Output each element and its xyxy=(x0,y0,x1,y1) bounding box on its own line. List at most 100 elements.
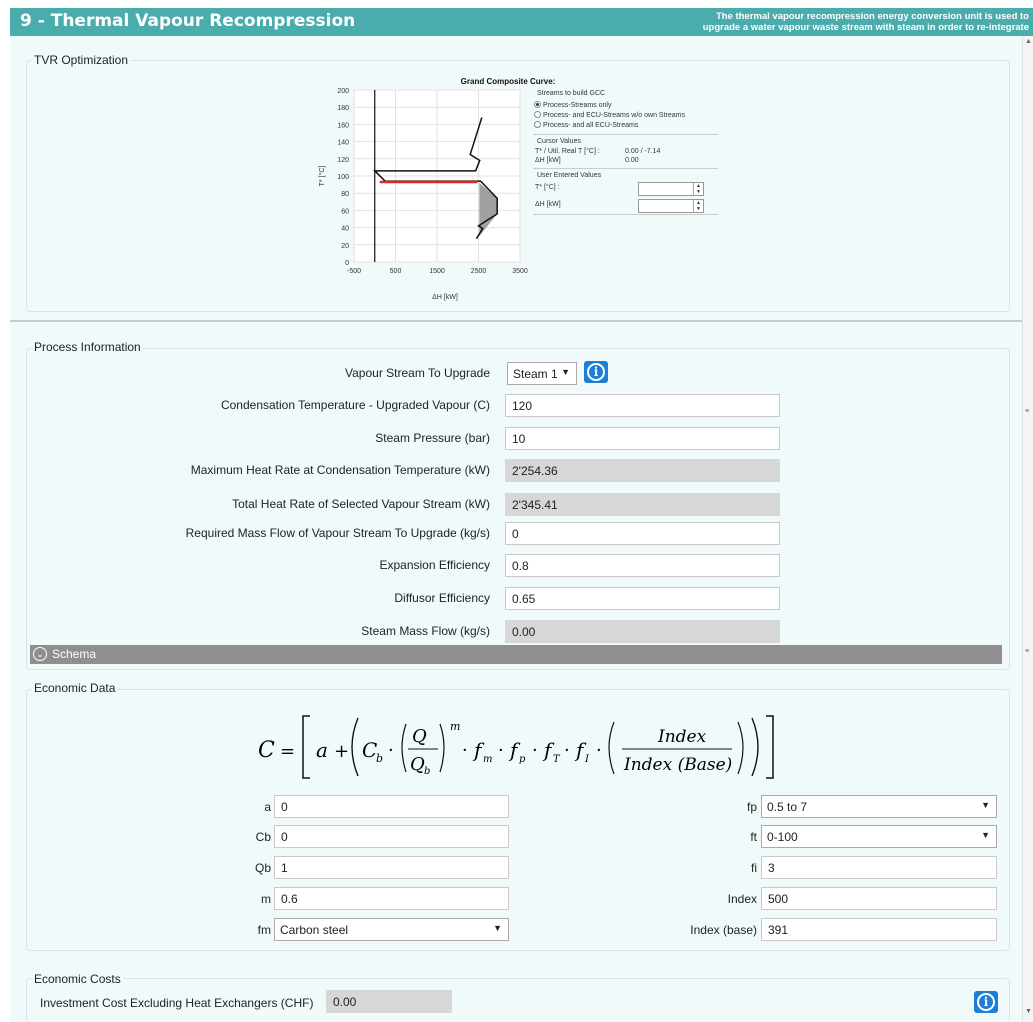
gcc-radio-option-2[interactable]: Process- and all ECU-Streams xyxy=(534,121,638,129)
vapour-stream-select[interactable]: Steam 1 ▼ xyxy=(507,362,577,385)
y-tick-label: 0 xyxy=(345,260,349,267)
y-axis-label: T* [°C] xyxy=(318,166,326,187)
costs-legend: Economic Costs xyxy=(32,972,123,986)
formula-dot: · xyxy=(388,740,394,761)
cursor-values-title: Cursor Values xyxy=(537,138,581,145)
process-legend: Process Information xyxy=(32,340,143,354)
process-input[interactable]: 10 xyxy=(505,427,780,450)
process-field-label: Steam Mass Flow (kg/s) xyxy=(361,624,490,638)
spin-up-down-icon[interactable]: ▲ ▼ xyxy=(693,200,703,212)
schema-label: Schema xyxy=(52,647,97,661)
scroll-down-icon[interactable]: ▼ xyxy=(1025,1008,1032,1015)
process-field-label: Vapour Stream To Upgrade xyxy=(345,366,490,380)
x-tick-label: 3500 xyxy=(512,268,528,275)
formula-plus: + xyxy=(334,741,349,762)
dropdown-arrow-icon: ▼ xyxy=(561,367,570,377)
radio-selected-icon xyxy=(534,101,541,108)
formula-m: m xyxy=(450,720,460,733)
costs-info-button[interactable]: i xyxy=(974,991,998,1013)
user-t-input[interactable]: ▲ ▼ xyxy=(638,182,704,196)
dropdown-arrow-icon: ▼ xyxy=(981,800,990,810)
x-tick-label: 2500 xyxy=(471,268,487,275)
formula-dot: · xyxy=(498,740,504,761)
formula-fm-sub: m xyxy=(483,754,492,765)
econ-left-value: 0 xyxy=(281,800,288,814)
econ-left-label: Cb xyxy=(255,830,271,844)
econ-right-label: Index xyxy=(727,892,757,906)
user-h-input[interactable]: ▲ ▼ xyxy=(638,199,704,213)
scroll-grip-icon[interactable]: ≡ xyxy=(1025,648,1029,655)
formula-dot: · xyxy=(532,740,538,761)
econ-right-input[interactable]: 500 xyxy=(761,887,997,910)
left-paren-icon xyxy=(351,717,359,777)
formula-Qb: Q xyxy=(410,754,425,775)
y-tick-label: 200 xyxy=(337,88,349,95)
x-tick-label: 1500 xyxy=(429,268,445,275)
x-tick-label: 500 xyxy=(390,268,402,275)
page-title: 9 - Thermal Vapour Recompression xyxy=(20,11,356,31)
info-icon: i xyxy=(977,993,995,1011)
y-tick-label: 80 xyxy=(341,191,349,198)
econ-left-input[interactable]: 0.6 xyxy=(274,887,509,910)
gcc-radio-option-0[interactable]: Process-Streams only xyxy=(534,101,611,109)
user-values-title: User Entered Values xyxy=(537,172,602,179)
formula-index-base: Index (Base) xyxy=(623,755,732,775)
econ-right-input[interactable]: 391 xyxy=(761,918,997,941)
gcc-divider xyxy=(533,214,718,215)
right-paren-icon xyxy=(751,717,759,777)
econ-left-value: 1 xyxy=(281,861,288,875)
process-input[interactable]: 120 xyxy=(505,394,780,417)
econ-left-input[interactable]: 0 xyxy=(274,825,509,848)
right-bracket-icon xyxy=(766,715,774,779)
schema-expander[interactable]: ⌄ Schema xyxy=(30,645,1002,664)
y-tick-label: 60 xyxy=(341,208,349,215)
econ-right-select[interactable]: 0.5 to 7 ▼ xyxy=(761,795,997,818)
gcc-radio-option-1[interactable]: Process- and ECU-Streams w/o own Streams xyxy=(534,111,685,119)
gcc-radio-label-1: Process- and ECU-Streams w/o own Streams xyxy=(543,112,685,119)
y-tick-label: 40 xyxy=(341,226,349,233)
formula-fT-sub: T xyxy=(553,754,561,765)
process-input[interactable]: 0 xyxy=(505,522,780,545)
formula-Q: Q xyxy=(412,726,427,747)
process-field-label: Condensation Temperature - Upgraded Vapo… xyxy=(220,398,490,412)
vapour-stream-info-button[interactable]: i xyxy=(584,361,608,383)
economic-legend: Economic Data xyxy=(32,681,118,695)
formula-fp-sub: p xyxy=(519,754,526,765)
econ-right-value: 500 xyxy=(768,892,789,906)
cost-formula-svg: C = a + C b · Q Q b m · f m · f p · f T … xyxy=(258,715,774,779)
y-tick-label: 180 xyxy=(337,105,349,112)
gcc-radio-label-0: Process-Streams only xyxy=(543,102,612,109)
process-field-label: Steam Pressure (bar) xyxy=(375,431,490,445)
scroll-grip-icon[interactable]: ≡ xyxy=(1025,408,1029,415)
formula-index: Index xyxy=(657,727,707,747)
process-readonly-value: 0.00 xyxy=(505,620,780,643)
econ-left-input[interactable]: 0 xyxy=(274,795,509,818)
process-input[interactable]: 0.8 xyxy=(505,554,780,577)
econ-left-input[interactable]: 1 xyxy=(274,856,509,879)
econ-left-value: Carbon steel xyxy=(280,923,349,937)
page-header: 9 - Thermal Vapour Recompression The the… xyxy=(10,8,1033,36)
process-field-label: Required Mass Flow of Vapour Stream To U… xyxy=(185,526,490,540)
gcc-divider xyxy=(533,168,718,169)
vapour-stream-value: Steam 1 xyxy=(513,367,558,381)
gcc-streams-title: Streams to build GCC xyxy=(537,90,606,97)
dropdown-arrow-icon: ▼ xyxy=(493,923,502,933)
cost-formula: C = a + C b · Q Q b m · f m · f p · f T … xyxy=(258,712,788,782)
tvr-legend: TVR Optimization xyxy=(32,53,131,67)
y-tick-label: 140 xyxy=(337,140,349,147)
left-paren-icon xyxy=(608,721,615,775)
process-field-label: Diffusor Efficiency xyxy=(394,591,490,605)
econ-right-select[interactable]: 0-100 ▼ xyxy=(761,825,997,848)
material-factor-select[interactable]: Carbon steel ▼ xyxy=(274,918,509,941)
spin-up-down-icon[interactable]: ▲ ▼ xyxy=(693,183,703,195)
vertical-scrollbar[interactable]: ▲ ≡ ≡ ▼ xyxy=(1022,36,1033,1022)
process-readonly-value: 2'254.36 xyxy=(505,459,780,482)
econ-right-value: 391 xyxy=(768,923,789,937)
y-tick-label: 100 xyxy=(337,174,349,181)
y-tick-label: 120 xyxy=(337,157,349,164)
econ-left-value: 0 xyxy=(281,830,288,844)
x-axis-label: ΔH [kW] xyxy=(432,294,458,301)
scroll-up-icon[interactable]: ▲ xyxy=(1025,38,1032,45)
econ-right-input[interactable]: 3 xyxy=(761,856,997,879)
process-input[interactable]: 0.65 xyxy=(505,587,780,610)
